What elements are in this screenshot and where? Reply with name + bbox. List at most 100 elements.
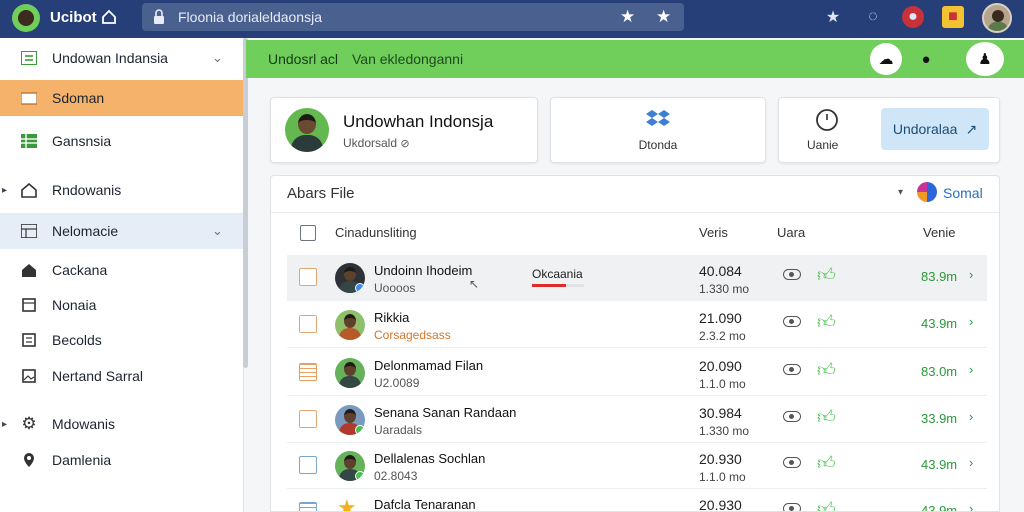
column-header-name[interactable]: Cinadunsliting [335,225,417,240]
sidebar: Undowan Indansia ⌄ Sdoman Gansnsia ▸ Rnd… [0,38,244,512]
row-checkbox[interactable] [299,410,317,428]
image-icon [20,367,38,385]
sidebar-item-sdoman[interactable]: Sdoman [0,80,244,116]
panel-title: Abars File [287,185,355,202]
chevron-right-icon[interactable]: › [969,455,973,470]
sidebar-item-nertand-sarral[interactable]: Nertand Sarral [0,358,244,394]
chevron-down-icon[interactable]: ⌄ [212,223,223,239]
location-icon [20,451,38,469]
upload-button[interactable]: Undoralaa ↗ [881,108,989,150]
column-header-value[interactable]: Venie [923,225,956,240]
address-bar[interactable]: Floonia dorialeldaonsja ★ ★ [142,3,684,31]
caret-right-icon[interactable]: ▸ [2,185,7,196]
favorites-star-icon[interactable]: ★ [656,7,671,27]
row-checkbox[interactable] [299,456,317,474]
table-row[interactable]: Dellalenas Sochlan 02.8043 20.930 1.1.0 … [287,443,987,489]
app-title: Ucibot [50,9,97,26]
row-checkbox[interactable] [299,363,317,381]
home-icon [20,181,38,199]
folder-icon [20,89,38,107]
lock-icon [154,9,164,24]
table-row[interactable]: ★ Dafcla Tenaranan 20.930 👍︎ 43.9m › [287,489,987,512]
sidebar-item-undowan-indansia[interactable]: Undowan Indansia ⌄ [0,40,244,76]
sidebar-item-becolds[interactable]: Becolds [0,322,244,358]
card-label: Dtonda [638,138,678,152]
file-avatar [335,451,365,481]
grid-icon [20,132,38,150]
sidebar-item-rndowanis[interactable]: ▸ Rndowanis [0,172,244,208]
chevron-right-icon[interactable]: › [969,314,973,329]
column-header-users[interactable]: Uara [777,225,805,240]
thumbs-up-icon[interactable]: 👍︎ [817,406,836,428]
sidebar-item-gansnsia[interactable]: Gansnsia [0,123,244,159]
sidebar-item-damlenia[interactable]: Damlenia [0,442,244,478]
star-icon: ★ [337,495,357,512]
eye-icon[interactable] [783,316,801,327]
chevron-right-icon[interactable]: › [969,362,973,377]
list-icon [20,331,38,349]
column-header-version[interactable]: Veris [699,225,728,240]
thumbs-up-icon[interactable]: 👍︎ [817,264,836,286]
chevron-right-icon[interactable]: › [969,409,973,424]
chevron-down-icon[interactable]: ⌄ [212,50,223,66]
file-avatar [335,310,365,340]
extension-icon[interactable]: ■ [942,6,964,28]
eye-icon[interactable] [783,269,801,280]
info-icon[interactable]: ⊘ [400,138,409,150]
uanie-card[interactable]: Uanie Undoralaa ↗ [778,97,1000,163]
file-avatar [335,263,365,293]
table-row[interactable]: Undoinn Ihodeim Uoooos ↖ Okcaania 40.084… [287,255,987,301]
row-checkbox[interactable] [299,315,317,333]
cloud-icon[interactable]: ☁ [870,43,902,75]
sort-label[interactable]: Somal [943,185,983,201]
file-panel: Abars File ▾ Somal Cinadunsliting Veris … [270,175,1000,512]
eye-icon[interactable] [783,457,801,468]
file-avatar [335,405,365,435]
refresh-icon[interactable]: ◌ [862,6,884,28]
home-icon[interactable] [100,8,118,26]
dropbox-icon [551,108,765,135]
row-checkbox[interactable] [299,268,317,286]
section-subtitle: Van ekledonganni [352,51,464,67]
table-row[interactable]: Senana Sanan Randaan Uaradals 30.984 1.3… [287,397,987,443]
dtonda-card[interactable]: Dtonda [550,97,766,163]
progress-bar [532,284,584,287]
card-label: Uanie [807,138,839,152]
thumbs-up-icon[interactable]: 👍︎ [817,498,836,511]
user-avatar[interactable] [982,3,1012,33]
chevron-right-icon[interactable]: › [969,501,973,511]
file-avatar [335,358,365,388]
thumbs-up-icon[interactable]: 👍︎ [817,359,836,381]
row-checkbox[interactable] [299,502,317,511]
thumbs-up-icon[interactable]: 👍︎ [817,311,836,333]
sidebar-scrollbar[interactable] [243,38,248,368]
chat-icon[interactable]: ● [910,43,942,75]
eye-icon[interactable] [783,503,801,511]
eye-icon[interactable] [783,364,801,375]
section-title: Undosrl acl [268,51,339,67]
thumbs-up-icon[interactable]: 👍︎ [817,452,836,474]
sidebar-item-mdowanis[interactable]: ▸ ⚙ Mdowanis [0,406,244,442]
caret-down-icon[interactable]: ▾ [898,187,903,198]
star-icon[interactable]: ★ [822,6,844,28]
profile-avatar [285,108,329,152]
bookmark-star-icon[interactable]: ★ [620,7,635,27]
app-logo[interactable] [12,4,40,32]
profile-card[interactable]: Undowhan Indonsja Ukdorsald ⊘ [270,97,538,163]
eye-icon[interactable] [783,411,801,422]
notification-icon[interactable]: ● [902,6,924,28]
divider [271,212,999,213]
caret-right-icon[interactable]: ▸ [2,419,7,430]
chevron-right-icon[interactable]: › [969,267,973,282]
profile-avatar-icon[interactable]: ♟ [966,42,1004,76]
sort-icon[interactable] [917,182,937,202]
home-icon [20,261,38,279]
table-row[interactable]: Rikkia Corsagedsass 21.090 2.3.2 mo 👍︎ 4… [287,302,987,348]
sidebar-item-cackana[interactable]: Cackana [0,252,244,288]
cursor-icon: ↖ [469,277,480,291]
table-row[interactable]: Delonmamad Filan U2.0089 20.090 1.1.0 mo… [287,350,987,396]
sidebar-item-nonaia[interactable]: Nonaia [0,287,244,323]
top-bar: Ucibot Floonia dorialeldaonsja ★ ★ ★ ◌ ●… [0,0,1024,38]
select-all-checkbox[interactable] [300,225,316,241]
sidebar-item-nelomacie[interactable]: Nelomacie ⌄ [0,213,244,249]
